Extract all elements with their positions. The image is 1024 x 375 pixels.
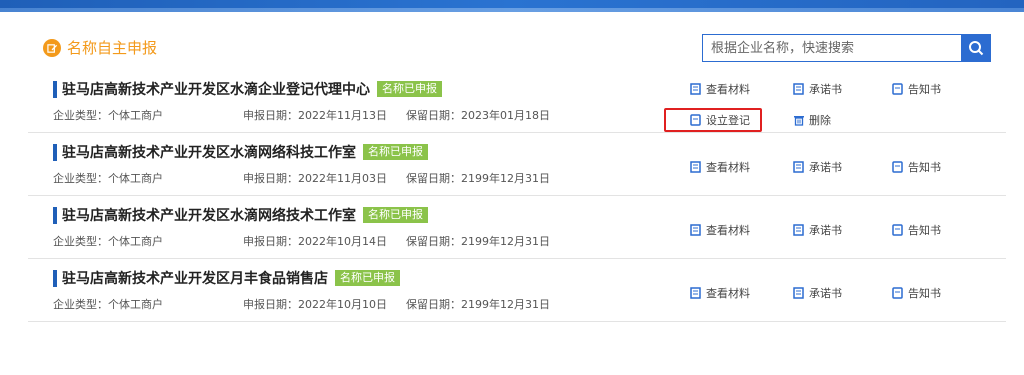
- action-label: 告知书: [908, 287, 941, 300]
- view-materials-button[interactable]: 查看材料: [690, 222, 750, 238]
- document-icon: [690, 287, 701, 299]
- top-banner: [0, 0, 1024, 12]
- status-badge: 名称已申报: [363, 144, 428, 160]
- status-badge: 名称已申报: [363, 207, 428, 223]
- document-icon: [793, 287, 804, 299]
- accent-bar: [53, 206, 57, 224]
- record-list: 驻马店高新技术产业开发区水滴企业登记代理中心 名称已申报 企业类型：个体工商户 …: [28, 70, 1006, 322]
- document-icon: [892, 161, 903, 173]
- record-name-line: 驻马店高新技术产业开发区月丰食品销售店 名称已申报: [53, 268, 400, 288]
- notice-letter-button[interactable]: 告知书: [892, 159, 941, 175]
- action-label: 告知书: [908, 161, 941, 174]
- apply-date: 申报日期：2022年10月14日: [243, 235, 387, 248]
- action-label: 告知书: [908, 224, 941, 237]
- reserve-date: 保留日期：2023年01月18日: [406, 109, 550, 122]
- record-name-line: 驻马店高新技术产业开发区水滴企业登记代理中心 名称已申报: [53, 79, 442, 99]
- status-badge: 名称已申报: [335, 270, 400, 286]
- enterprise-type: 企业类型：个体工商户: [53, 298, 163, 311]
- list-item: 驻马店高新技术产业开发区水滴企业登记代理中心 名称已申报 企业类型：个体工商户 …: [28, 70, 1006, 133]
- enterprise-type: 企业类型：个体工商户: [53, 109, 163, 122]
- notice-letter-button[interactable]: 告知书: [892, 285, 941, 301]
- establish-registration-button[interactable]: 设立登记: [690, 112, 750, 128]
- action-label: 承诺书: [809, 224, 842, 237]
- document-icon: [793, 161, 804, 173]
- promise-letter-button[interactable]: 承诺书: [793, 222, 842, 238]
- record-name-line: 驻马店高新技术产业开发区水滴网络技术工作室 名称已申报: [53, 205, 428, 225]
- accent-bar: [53, 143, 57, 161]
- document-icon: [690, 161, 701, 173]
- action-label: 承诺书: [809, 83, 842, 96]
- search-button[interactable]: [961, 34, 991, 62]
- section-header: 名称自主申报: [43, 36, 157, 60]
- accent-bar: [53, 80, 57, 98]
- document-icon: [793, 224, 804, 236]
- apply-date: 申报日期：2022年11月03日: [243, 172, 387, 185]
- promise-letter-button[interactable]: 承诺书: [793, 285, 842, 301]
- promise-letter-button[interactable]: 承诺书: [793, 159, 842, 175]
- view-materials-button[interactable]: 查看材料: [690, 81, 750, 97]
- status-badge: 名称已申报: [377, 81, 442, 97]
- enterprise-type: 企业类型：个体工商户: [53, 172, 163, 185]
- edit-icon: [43, 39, 61, 57]
- record-name: 驻马店高新技术产业开发区水滴网络技术工作室: [62, 208, 356, 224]
- view-materials-button[interactable]: 查看材料: [690, 159, 750, 175]
- section-title: 名称自主申报: [67, 39, 158, 57]
- accent-bar: [53, 269, 57, 287]
- record-name: 驻马店高新技术产业开发区水滴网络科技工作室: [62, 145, 356, 161]
- list-item: 驻马店高新技术产业开发区水滴网络技术工作室 名称已申报 企业类型：个体工商户 申…: [28, 196, 1006, 259]
- action-label: 查看材料: [706, 224, 750, 237]
- document-icon: [690, 224, 701, 236]
- search-box: [702, 34, 991, 62]
- action-label: 承诺书: [809, 161, 842, 174]
- delete-button[interactable]: 删除: [793, 112, 831, 128]
- action-label: 查看材料: [706, 287, 750, 300]
- apply-date: 申报日期：2022年11月13日: [243, 109, 387, 122]
- document-icon: [690, 114, 701, 126]
- reserve-date: 保留日期：2199年12月31日: [406, 298, 550, 311]
- view-materials-button[interactable]: 查看材料: [690, 285, 750, 301]
- action-label: 删除: [809, 114, 831, 127]
- record-name: 驻马店高新技术产业开发区月丰食品销售店: [62, 271, 328, 287]
- document-icon: [892, 83, 903, 95]
- reserve-date: 保留日期：2199年12月31日: [406, 172, 550, 185]
- document-icon: [690, 83, 701, 95]
- trash-icon: [794, 116, 804, 126]
- reserve-date: 保留日期：2199年12月31日: [406, 235, 550, 248]
- record-name-line: 驻马店高新技术产业开发区水滴网络科技工作室 名称已申报: [53, 142, 428, 162]
- action-label: 设立登记: [706, 114, 750, 127]
- record-name: 驻马店高新技术产业开发区水滴企业登记代理中心: [62, 82, 370, 98]
- action-label: 告知书: [908, 83, 941, 96]
- search-icon: [969, 41, 984, 56]
- action-label: 查看材料: [706, 83, 750, 96]
- notice-letter-button[interactable]: 告知书: [892, 81, 941, 97]
- search-input[interactable]: [702, 34, 961, 62]
- action-label: 承诺书: [809, 287, 842, 300]
- notice-letter-button[interactable]: 告知书: [892, 222, 941, 238]
- document-icon: [892, 224, 903, 236]
- promise-letter-button[interactable]: 承诺书: [793, 81, 842, 97]
- document-icon: [793, 83, 804, 95]
- list-item: 驻马店高新技术产业开发区水滴网络科技工作室 名称已申报 企业类型：个体工商户 申…: [28, 133, 1006, 196]
- apply-date: 申报日期：2022年10月10日: [243, 298, 387, 311]
- document-icon: [892, 287, 903, 299]
- enterprise-type: 企业类型：个体工商户: [53, 235, 163, 248]
- action-label: 查看材料: [706, 161, 750, 174]
- list-item: 驻马店高新技术产业开发区月丰食品销售店 名称已申报 企业类型：个体工商户 申报日…: [28, 259, 1006, 322]
